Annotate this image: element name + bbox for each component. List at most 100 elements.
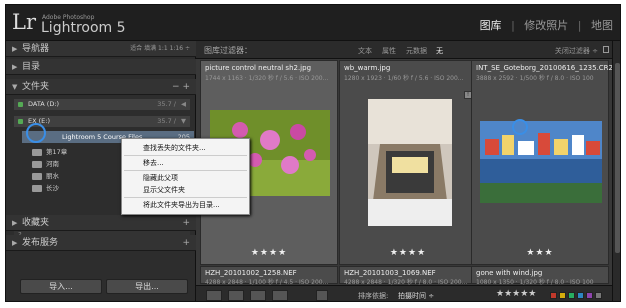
catalog-header[interactable]: ▶ 目录: [6, 59, 196, 75]
expand-triangle-icon: ▶: [12, 239, 18, 247]
filter-text[interactable]: 文本: [358, 46, 372, 56]
color-label-red[interactable]: [550, 292, 557, 299]
filter-none[interactable]: 无: [436, 46, 443, 56]
grid-view-icon[interactable]: [206, 290, 222, 301]
catalog-title: 目录: [22, 62, 41, 72]
painter-icon[interactable]: [316, 290, 328, 301]
module-picker: 图库 | 修改照片 | 地图: [477, 17, 616, 33]
compare-view-icon[interactable]: [250, 290, 266, 301]
grid-cell[interactable]: HZH_20101002_1258.NEF 4288 x 2848 · 1/10…: [200, 266, 338, 286]
volume-triangle-icon: ▼: [181, 117, 186, 125]
library-filter-bar: 图库过滤器： 文本 属性 元数据 无 关闭过滤器 ÷: [196, 41, 612, 59]
folder-icon: [32, 149, 42, 156]
lock-icon[interactable]: [603, 46, 609, 53]
subfolder-label: 长沙: [46, 184, 59, 192]
cell-filename: INT_SE_Goteborg_20100616_1235.CR2: [476, 64, 613, 72]
menu-separator: [124, 170, 247, 171]
train-photo: [368, 99, 452, 226]
volume-status-icon: [18, 102, 23, 107]
export-button[interactable]: 导出...: [106, 279, 188, 294]
module-map[interactable]: 地图: [591, 19, 613, 32]
grid-cell[interactable]: gone with wind.jpg 1080 x 1350 · 1/320 秒…: [471, 266, 609, 286]
menu-show-parent-folder[interactable]: 显示父文件夹: [143, 185, 185, 195]
module-library[interactable]: 图库: [480, 19, 502, 32]
publish-add-icon[interactable]: +: [182, 235, 190, 251]
top-header: Lr Adobe Photoshop Lightroom 5 图库 | 修改照片…: [6, 5, 620, 41]
menu-separator: [124, 197, 247, 198]
folder-icon: [32, 161, 42, 168]
filter-title: 图库过滤器：: [204, 46, 252, 55]
grid-scrollbar[interactable]: [612, 41, 620, 301]
highlight-circle: [26, 123, 46, 143]
cell-metadata: 1280 x 1923 · 1/60 秒 f / 5.6 · ISO 200..…: [344, 75, 464, 82]
menu-separator: [124, 155, 247, 156]
nav-fill-option[interactable]: 填满: [144, 45, 156, 52]
color-label-none[interactable]: [595, 292, 602, 299]
survey-view-icon[interactable]: [272, 290, 288, 301]
star-rating[interactable]: ★★★: [472, 248, 608, 258]
collections-add-icon[interactable]: +: [182, 215, 190, 231]
color-label-yellow[interactable]: [559, 292, 566, 299]
import-button[interactable]: 导入...: [20, 279, 102, 294]
color-label-green[interactable]: [568, 292, 575, 299]
subfolder-item[interactable]: 第17章: [32, 147, 67, 158]
subfolder-item[interactable]: 河南: [32, 159, 59, 170]
product-name: Lightroom 5: [41, 20, 126, 36]
harbor-photo: [480, 121, 602, 203]
grid-cell[interactable]: INT_SE_Goteborg_20100616_1235.CR2 3888 x…: [471, 60, 613, 265]
star-rating[interactable]: ★★★★: [340, 248, 476, 258]
grid-view: 图库过滤器： 文本 属性 元数据 无 关闭过滤器 ÷ picture contr…: [196, 41, 613, 301]
filter-preset-dropdown[interactable]: 关闭过滤器 ÷: [555, 46, 598, 56]
volume-triangle-icon: ◀: [181, 100, 186, 108]
collapse-triangle-icon: ▼: [12, 83, 18, 91]
volume-status-icon: [18, 119, 23, 124]
subfolder-item[interactable]: 长沙: [32, 183, 59, 194]
star-rating[interactable]: ★★★★: [201, 248, 337, 258]
navigator-title: 导航器: [22, 44, 50, 54]
cell-filename: gone with wind.jpg: [476, 269, 543, 277]
cell-filename: HZH_20101003_1069.NEF: [344, 269, 436, 277]
expand-triangle-icon: ▶: [12, 63, 18, 71]
lightroom-logo: Lr: [12, 10, 36, 34]
navigator-header[interactable]: ▶ 导航器 适合 填满 1:1 1:16 ÷: [6, 41, 196, 57]
folder-context-menu: 查找丢失的文件夹... 移去... 隐藏此父项 显示父文件夹 将此文件夹导出为目…: [121, 138, 250, 215]
sort-dropdown[interactable]: 拍摄时间 ÷: [398, 291, 434, 301]
folders-add-remove[interactable]: − +: [172, 79, 190, 95]
menu-hide-parent[interactable]: 隐藏此父项: [143, 173, 178, 183]
loupe-view-icon[interactable]: [228, 290, 244, 301]
lightroom-window: Lr Adobe Photoshop Lightroom 5 图库 | 修改照片…: [5, 4, 621, 302]
nav-fit-option[interactable]: 适合: [130, 45, 142, 52]
publish-header[interactable]: ▶ 发布服务 +: [6, 235, 196, 251]
filter-attribute[interactable]: 属性: [382, 46, 396, 56]
volume-size: 35.7 /: [157, 100, 176, 108]
folders-header[interactable]: ▼ 文件夹 − +: [6, 79, 196, 95]
folders-title: 文件夹: [22, 82, 50, 92]
menu-find-missing-folder[interactable]: 查找丢失的文件夹...: [143, 143, 206, 153]
menu-remove[interactable]: 移去...: [143, 158, 164, 168]
cell-metadata: 3888 x 2592 · 1/500 秒 f / 8.0 · ISO 100: [476, 75, 594, 82]
collections-header[interactable]: ▶ 收藏夹 +: [6, 215, 196, 231]
scrollbar-thumb[interactable]: [615, 63, 620, 253]
sort-label: 排序依据:: [358, 292, 389, 300]
expand-triangle-icon: ▶: [12, 219, 18, 227]
color-label-purple[interactable]: [586, 292, 593, 299]
rating-filter[interactable]: ★★★★★: [496, 289, 536, 299]
cell-filename: wb_warm.jpg: [344, 64, 391, 72]
cell-filename: HZH_20101002_1258.NEF: [205, 269, 297, 277]
module-separator: |: [511, 19, 515, 32]
volume-data[interactable]: DATA (D:) 35.7 / ◀: [14, 99, 190, 110]
subfolder-item[interactable]: 丽水: [32, 171, 59, 182]
expand-triangle-icon: ▶: [12, 45, 18, 53]
nav-1to1-option[interactable]: 1:1: [158, 45, 168, 52]
filter-metadata[interactable]: 元数据: [406, 46, 427, 56]
folder-icon: [32, 173, 42, 180]
grid-cell[interactable]: HZH_20101003_1069.NEF 4288 x 2848 · 1/32…: [339, 266, 477, 286]
menu-export-as-catalog[interactable]: 将此文件夹导出为目录...: [143, 200, 220, 210]
grid-cell[interactable]: wb_warm.jpg 1280 x 1923 · 1/60 秒 f / 5.6…: [339, 60, 477, 265]
subfolder-label: 河南: [46, 160, 59, 168]
color-label-blue[interactable]: [577, 292, 584, 299]
module-develop[interactable]: 修改照片: [524, 19, 568, 32]
nav-zoom-option[interactable]: 1:16 ÷: [170, 45, 190, 52]
volume-name: DATA (D:): [28, 100, 60, 108]
subfolder-label: 丽水: [46, 172, 59, 180]
